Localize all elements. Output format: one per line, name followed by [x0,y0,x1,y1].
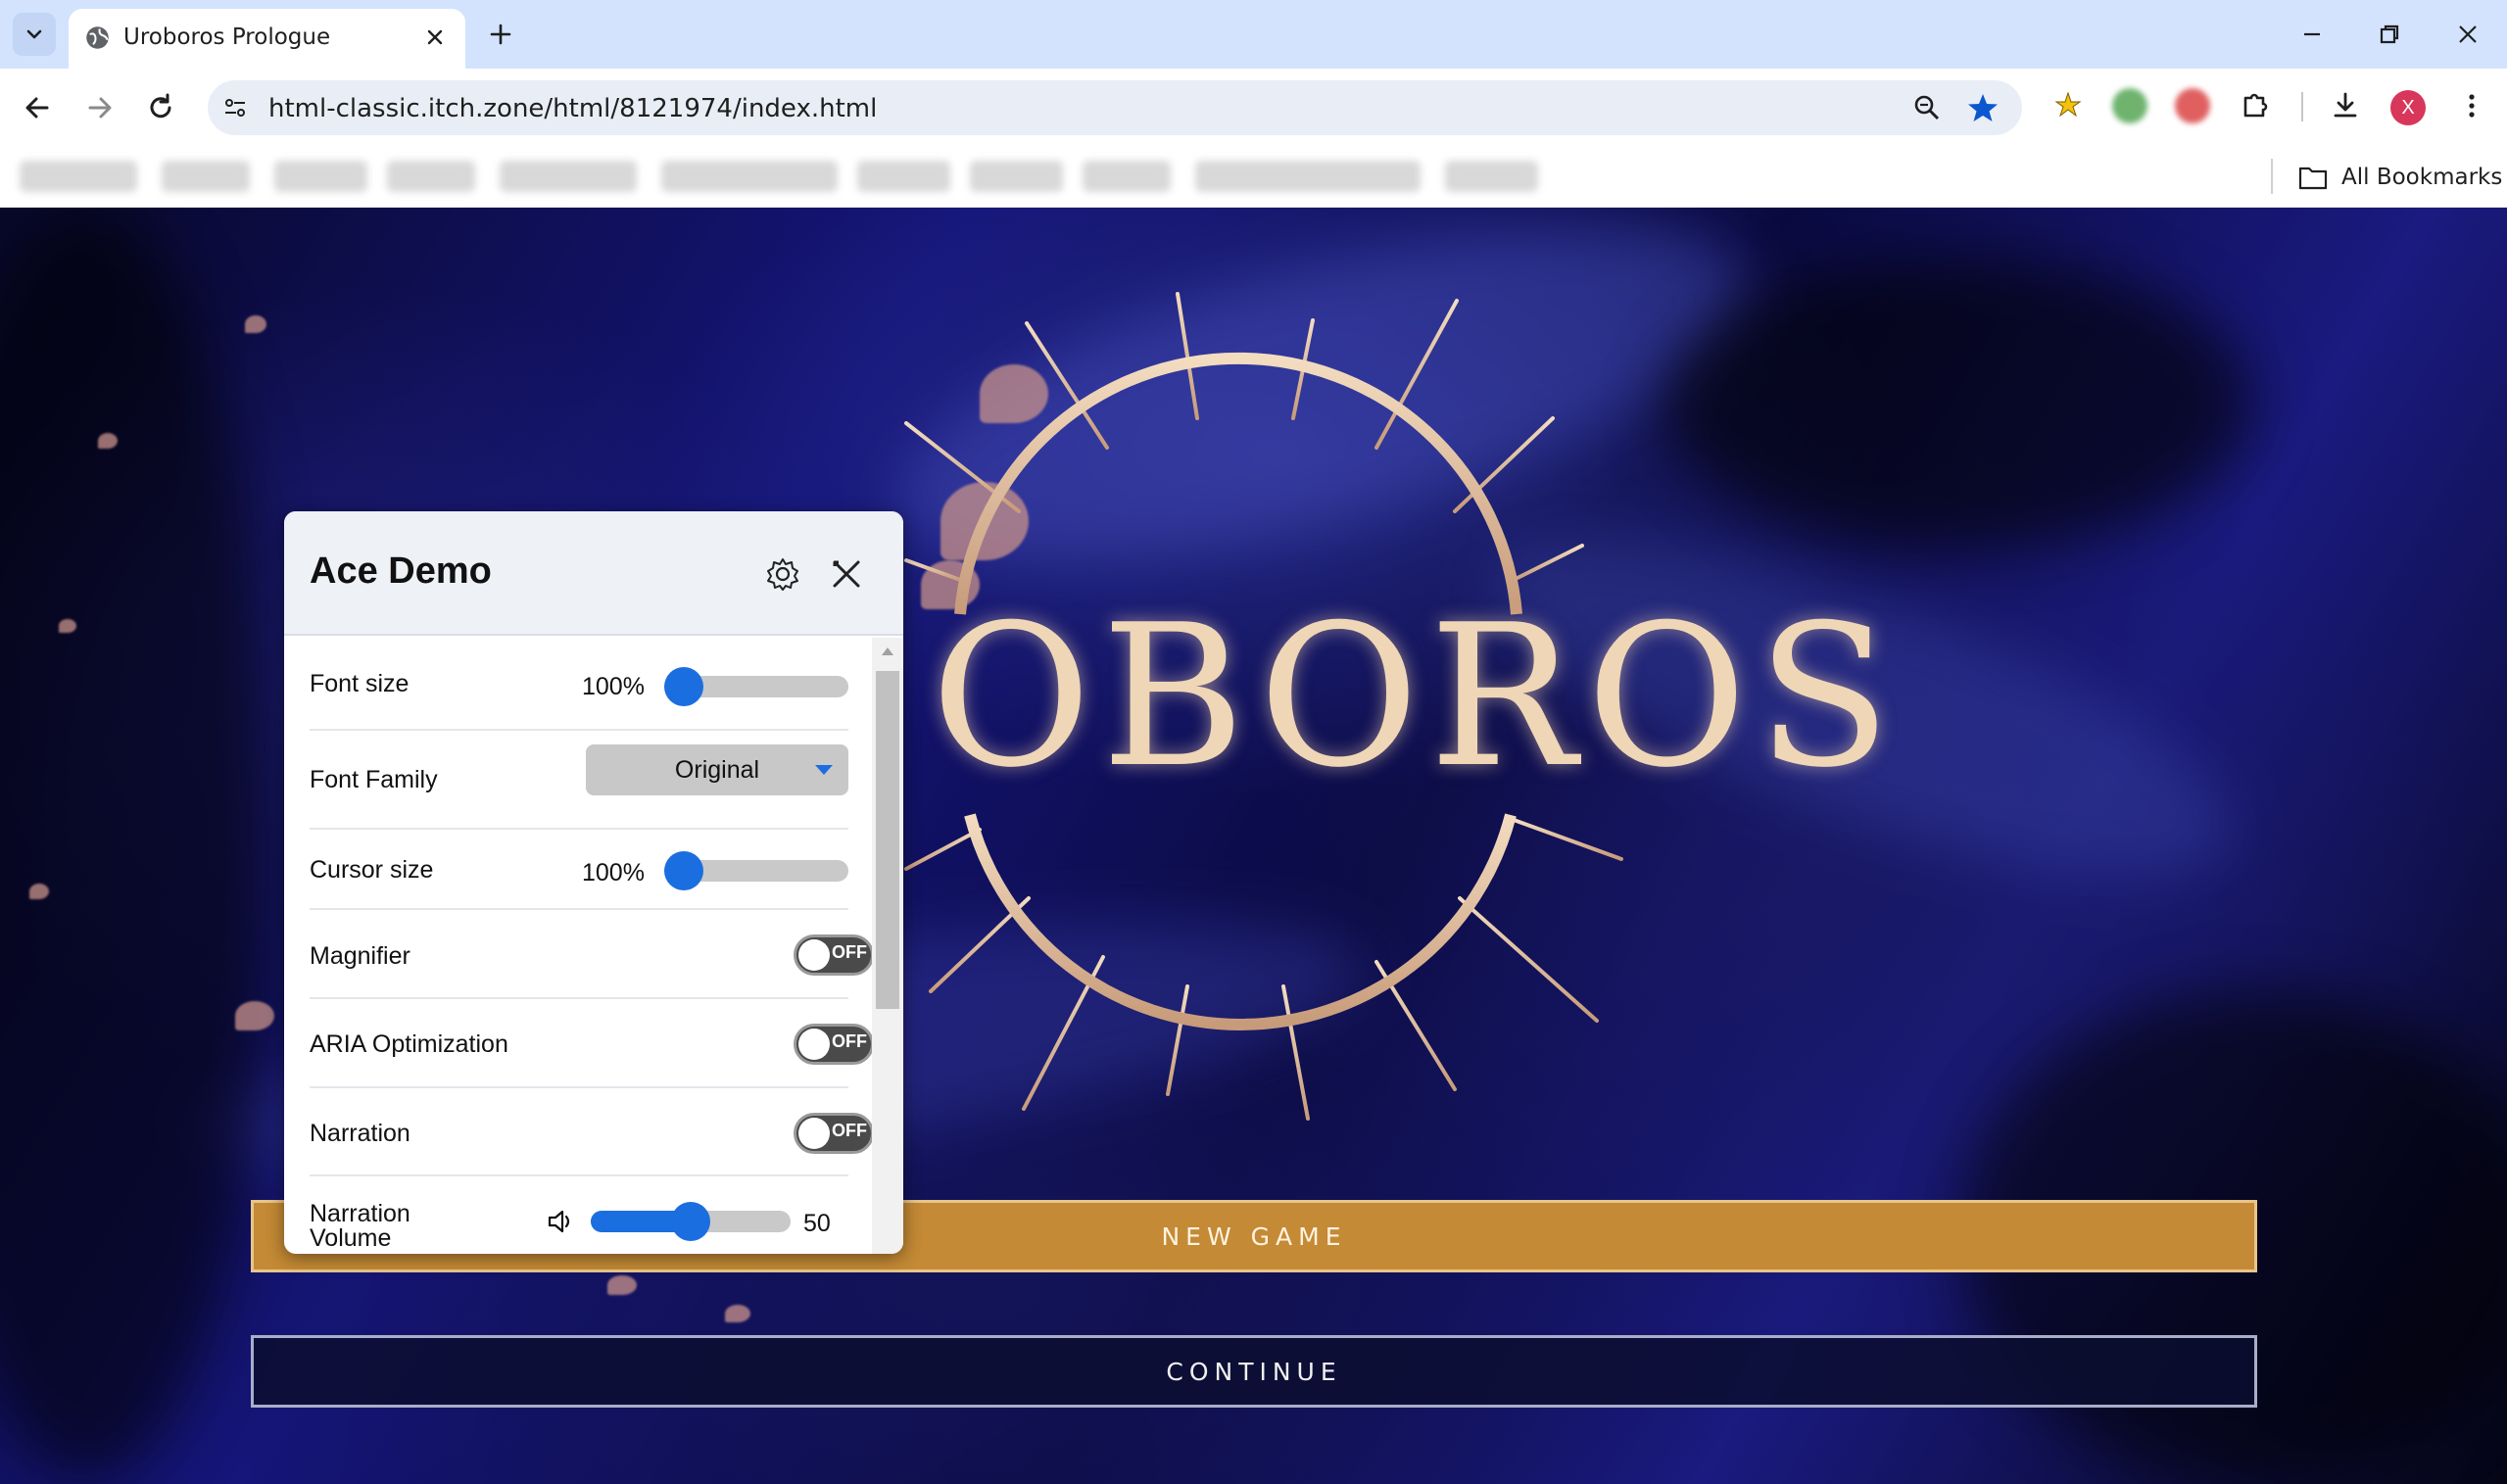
narration-volume-value: 50 [803,1210,831,1237]
panel-scrollbar[interactable] [872,638,903,1254]
reload-icon[interactable] [141,88,180,127]
font-size-label: Font size [310,670,410,697]
aria-optimization-row: ARIA Optimization OFF [310,999,872,1088]
scroll-up-arrow-icon[interactable] [882,647,893,655]
bookmark-item[interactable] [162,161,250,192]
font-size-value: 100% [582,673,645,700]
magnifier-row: Magnifier OFF [310,910,872,999]
bookmark-item[interactable] [661,161,838,192]
all-bookmarks-button[interactable]: All Bookmarks [2298,161,2502,194]
speaker-icon[interactable] [545,1206,576,1237]
bookmark-item[interactable] [1445,161,1538,192]
aria-optimization-toggle[interactable]: OFF [794,1024,872,1065]
bookmark-item[interactable] [500,161,637,192]
close-icon[interactable] [828,555,865,593]
slider-knob[interactable] [664,667,703,706]
aria-optimization-label: ARIA Optimization [310,1030,508,1058]
puzzle-icon[interactable] [2238,88,2273,123]
continue-button[interactable]: CONTINUE [251,1335,2257,1408]
chevron-down-icon [26,29,42,39]
active-tab[interactable]: Uroboros Prologue [69,9,465,69]
cursor-size-slider[interactable] [664,851,848,890]
bookmark-item[interactable] [20,161,137,192]
toggle-knob [798,1029,830,1060]
folder-icon [2298,167,2328,190]
gear-icon[interactable] [764,555,801,593]
bookmark-item[interactable] [387,161,475,192]
font-family-select[interactable]: Original [586,744,848,795]
toolbar-divider [2301,92,2303,121]
bookmarks-bar: All Bookmarks [0,147,2507,208]
narration-toggle[interactable]: OFF [794,1113,872,1154]
extension-icon[interactable] [2050,88,2086,123]
toggle-state: OFF [832,1121,867,1140]
cursor-size-row: Cursor size 100% [310,830,848,910]
slider-knob[interactable] [664,851,703,890]
logo-title: OBOROS [931,583,1902,811]
panel-title: Ace Demo [310,551,492,592]
narration-volume-slider[interactable] [591,1202,791,1241]
close-icon[interactable] [423,25,447,49]
profile-avatar[interactable]: X [2390,90,2426,125]
extension-icon[interactable] [2175,88,2210,123]
caret-down-icon [815,765,833,775]
toggle-knob [798,1118,830,1149]
zoom-icon[interactable] [1912,93,1942,122]
font-size-row: Font size 100% [310,638,848,731]
bookmark-item[interactable] [274,161,367,192]
tab-search-button[interactable] [13,13,56,56]
panel-header: Ace Demo [284,511,903,636]
font-size-slider[interactable] [664,667,848,706]
extension-icon[interactable] [2112,88,2147,123]
magnifier-toggle[interactable]: OFF [794,934,872,976]
cursor-size-label: Cursor size [310,856,434,884]
narration-volume-row: Narration Volume 50 [310,1176,848,1254]
magnifier-label: Magnifier [310,942,410,970]
minimize-icon[interactable] [2297,20,2327,49]
globe-icon [86,26,109,49]
toggle-state: OFF [832,1031,867,1051]
all-bookmarks-label: All Bookmarks [2341,165,2503,190]
font-family-value: Original [674,756,760,784]
restore-icon[interactable] [2375,20,2404,49]
bookmark-item[interactable] [1195,161,1421,192]
narration-volume-label-line2: Volume [310,1224,392,1252]
site-settings-icon[interactable] [221,94,249,121]
address-bar[interactable]: html-classic.itch.zone/html/8121974/inde… [208,80,2022,135]
new-tab-plus-icon[interactable] [486,20,515,49]
narration-row: Narration OFF [310,1088,872,1176]
slider-knob[interactable] [671,1202,710,1241]
font-family-row: Font Family Original [310,731,848,830]
font-family-label: Font Family [310,766,438,793]
bookmark-star-icon[interactable] [1966,91,2000,124]
bookmarks-divider [2271,159,2273,194]
game-canvas[interactable]: OBOROS NEW GAME CONTINUE Ace Demo Font s… [0,208,2507,1484]
bookmark-item[interactable] [857,161,950,192]
toggle-state: OFF [832,942,867,962]
back-arrow-icon[interactable] [18,88,57,127]
tab-strip: Uroboros Prologue [0,0,2507,69]
bookmark-item[interactable] [970,161,1063,192]
narration-volume-label: Narration Volume [310,1202,410,1251]
narration-volume-label-line1: Narration [310,1200,410,1227]
download-icon[interactable] [2328,88,2363,123]
forward-arrow-icon[interactable] [80,88,120,127]
scroll-thumb[interactable] [876,671,899,1009]
window-close-icon[interactable] [2453,20,2483,49]
bookmark-item[interactable] [1083,161,1171,192]
accessibility-panel: Ace Demo Font size 100% Font Family Orig… [284,511,903,1254]
settings-list[interactable]: Font size 100% Font Family Original Curs… [284,638,872,1254]
kebab-menu-icon[interactable] [2454,88,2489,123]
toolbar: html-classic.itch.zone/html/8121974/inde… [0,69,2507,147]
narration-label: Narration [310,1120,410,1147]
url-text: html-classic.itch.zone/html/8121974/inde… [268,94,878,123]
tab-title: Uroboros Prologue [123,24,331,50]
cursor-size-value: 100% [582,859,645,886]
toggle-knob [798,939,830,971]
